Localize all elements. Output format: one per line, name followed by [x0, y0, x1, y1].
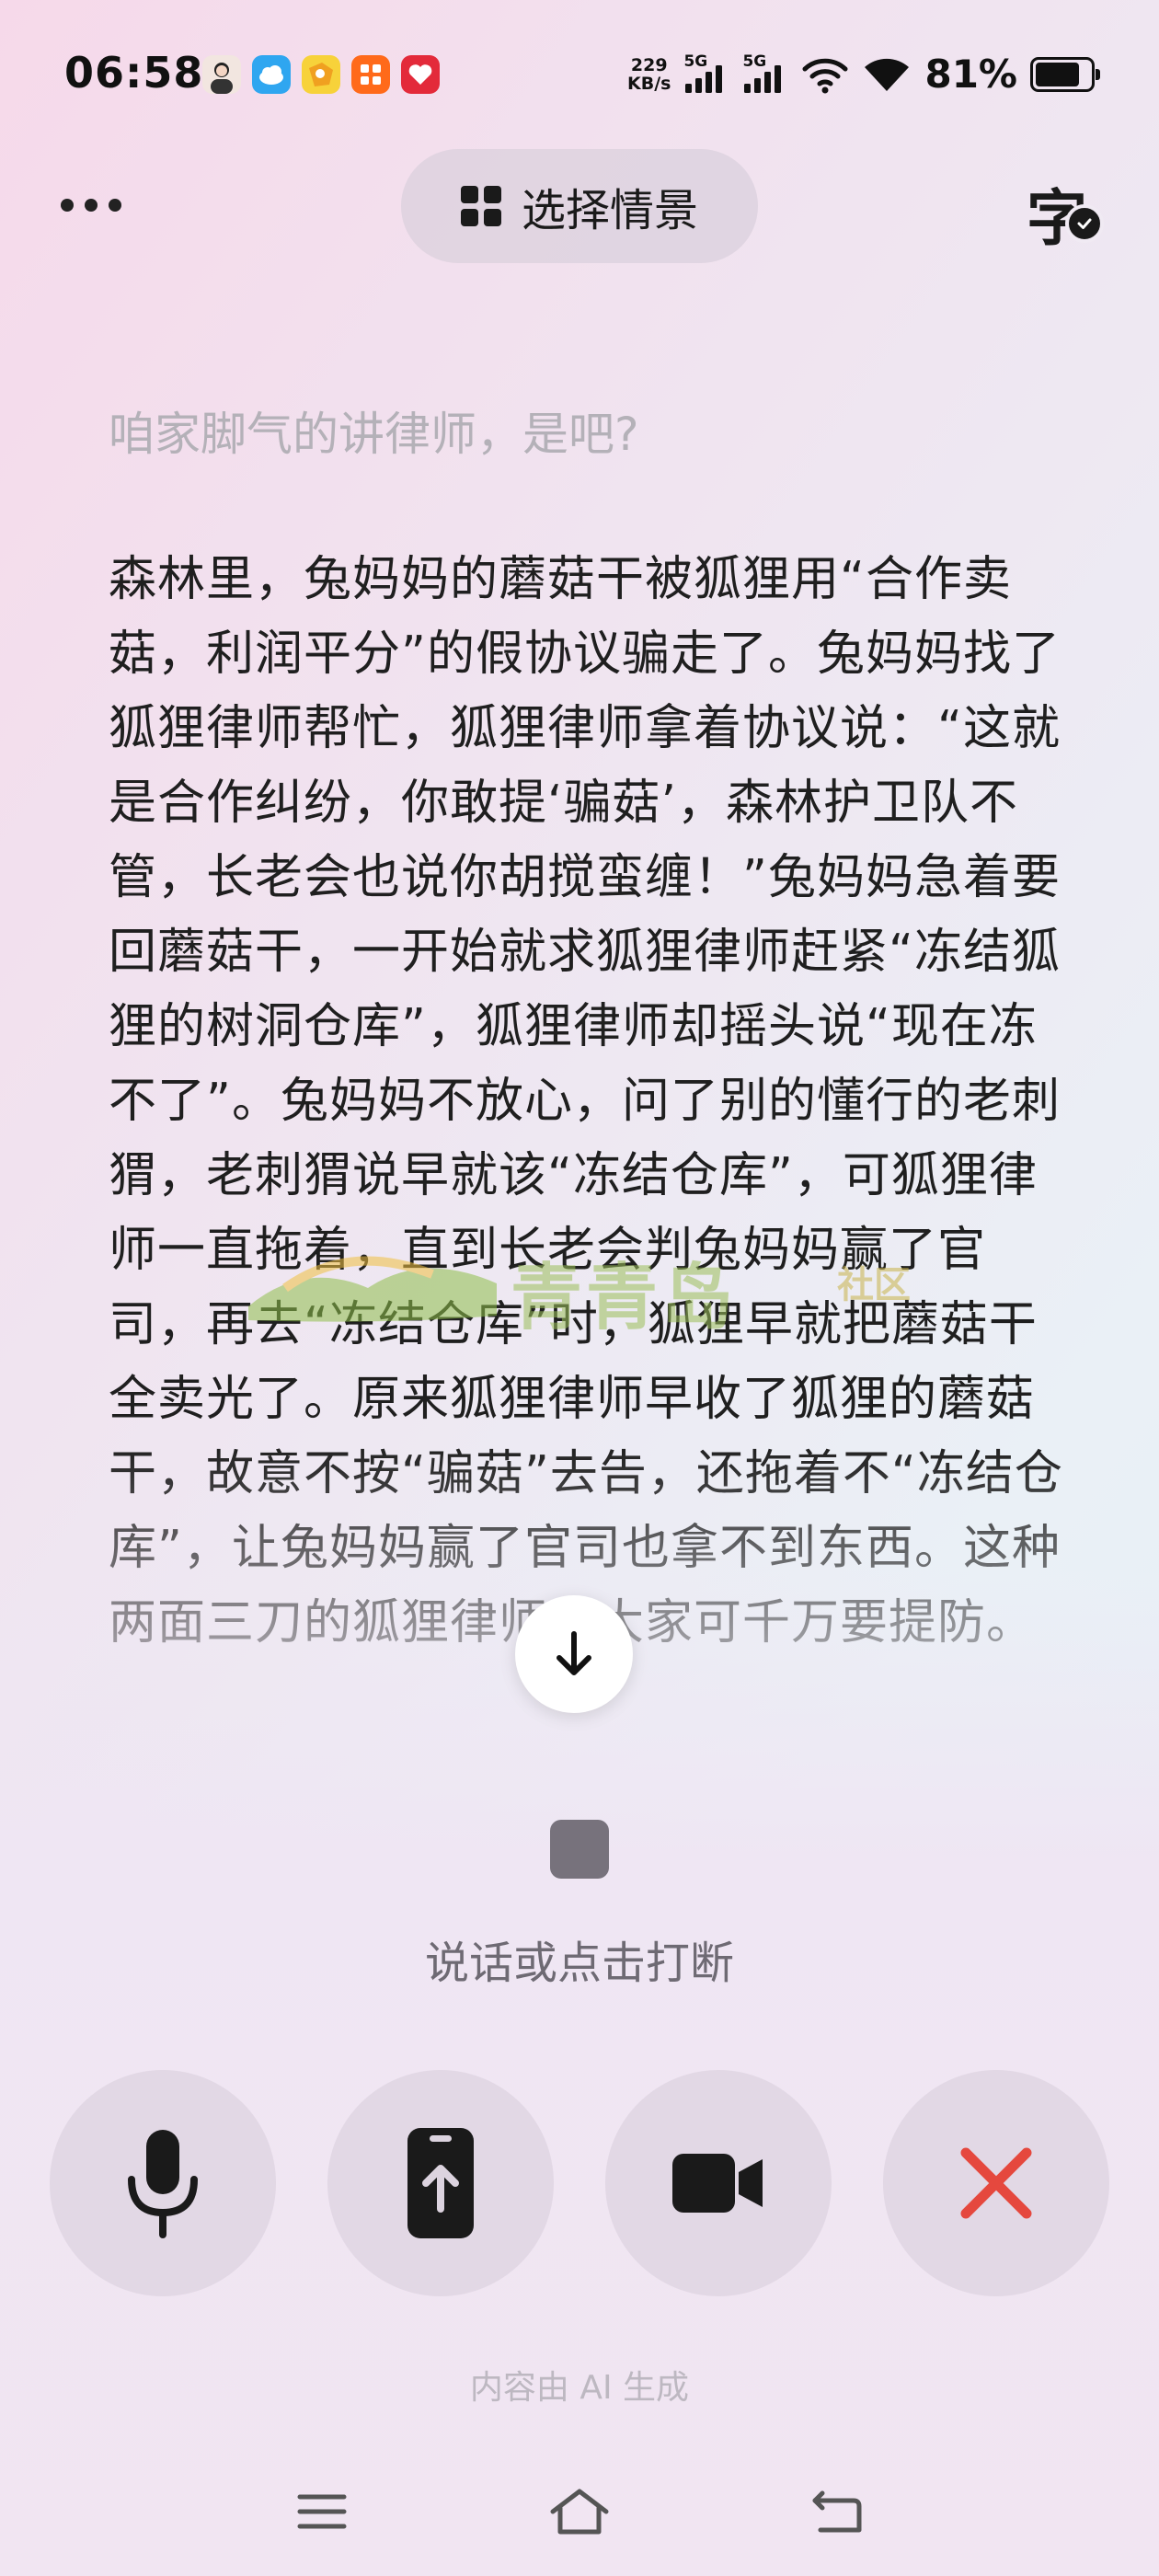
- ai-answer-container[interactable]: 森林里，兔妈妈的蘑菇干被狐狸用“合作卖菇，利润平分”的假协议骗走了。兔妈妈找了狐…: [109, 543, 1065, 1730]
- net-speed-value: 229: [630, 54, 668, 75]
- status-time: 06:58: [64, 48, 204, 98]
- subtitle-toggle-button[interactable]: 字: [1027, 169, 1104, 254]
- battery-fill: [1036, 62, 1079, 86]
- wifi-icon: [865, 58, 910, 91]
- select-scene-button[interactable]: 选择情景: [401, 149, 758, 263]
- microphone-button[interactable]: [50, 2070, 276, 2296]
- video-camera-button[interactable]: [605, 2070, 832, 2296]
- battery-tip: [1096, 68, 1100, 80]
- back-button[interactable]: [800, 2475, 874, 2548]
- share-screen-icon: [407, 2128, 474, 2238]
- home-button[interactable]: [543, 2475, 616, 2548]
- arrow-down-icon: [557, 1631, 591, 1675]
- close-icon: [960, 2147, 1032, 2219]
- more-dot: [109, 199, 121, 212]
- end-call-button[interactable]: [883, 2070, 1109, 2296]
- interrupt-hint: 说话或点击打断: [424, 1938, 734, 1989]
- system-navigation-bar: [0, 2475, 1159, 2548]
- battery-percent: 81%: [924, 52, 1017, 97]
- net-speed: 229 KB/s: [627, 56, 671, 93]
- battery-icon: [1030, 56, 1100, 92]
- more-dot: [61, 199, 74, 212]
- recent-apps-button[interactable]: [285, 2475, 359, 2548]
- red-app-icon: [401, 55, 440, 94]
- cloud-app-icon: [252, 55, 291, 94]
- signal-5g-icon: 5G: [683, 52, 729, 95]
- wifi-hotspot-icon: [802, 58, 848, 93]
- menu-icon: [297, 2494, 347, 2529]
- stop-speaking-button[interactable]: [550, 1820, 609, 1879]
- orange-app-icon: [351, 55, 390, 94]
- check-icon: [1065, 204, 1104, 243]
- net-speed-unit: KB/s: [627, 73, 671, 94]
- more-options-button[interactable]: [61, 190, 121, 221]
- video-camera-icon: [672, 2154, 763, 2213]
- share-screen-button[interactable]: [327, 2070, 554, 2296]
- home-icon: [550, 2489, 609, 2535]
- more-dot: [85, 199, 98, 212]
- back-icon: [812, 2490, 862, 2533]
- scroll-to-bottom-button[interactable]: [515, 1595, 633, 1713]
- mic-icon: [128, 2130, 198, 2238]
- notification-app-icons: [202, 55, 440, 94]
- puzzle-app-icon: [302, 55, 340, 94]
- signal-5g-icon: 5G: [742, 52, 788, 95]
- avatar-app-icon: [202, 55, 241, 94]
- select-scene-label: 选择情景: [521, 185, 698, 236]
- status-right: 229 KB/s 5G 5G 81%: [627, 52, 1100, 97]
- status-bar: 06:58 229 KB/s 5G 5G 81%: [0, 0, 1159, 152]
- ai-answer-text: 森林里，兔妈妈的蘑菇干被狐狸用“合作卖菇，利润平分”的假协议骗走了。兔妈妈找了狐…: [109, 552, 1063, 1650]
- user-question: 咱家脚气的讲律师，是吧?: [109, 408, 639, 461]
- call-controls: [0, 2070, 1159, 2296]
- ai-generated-note: 内容由 AI 生成: [469, 2369, 690, 2407]
- grid-icon: [460, 186, 501, 226]
